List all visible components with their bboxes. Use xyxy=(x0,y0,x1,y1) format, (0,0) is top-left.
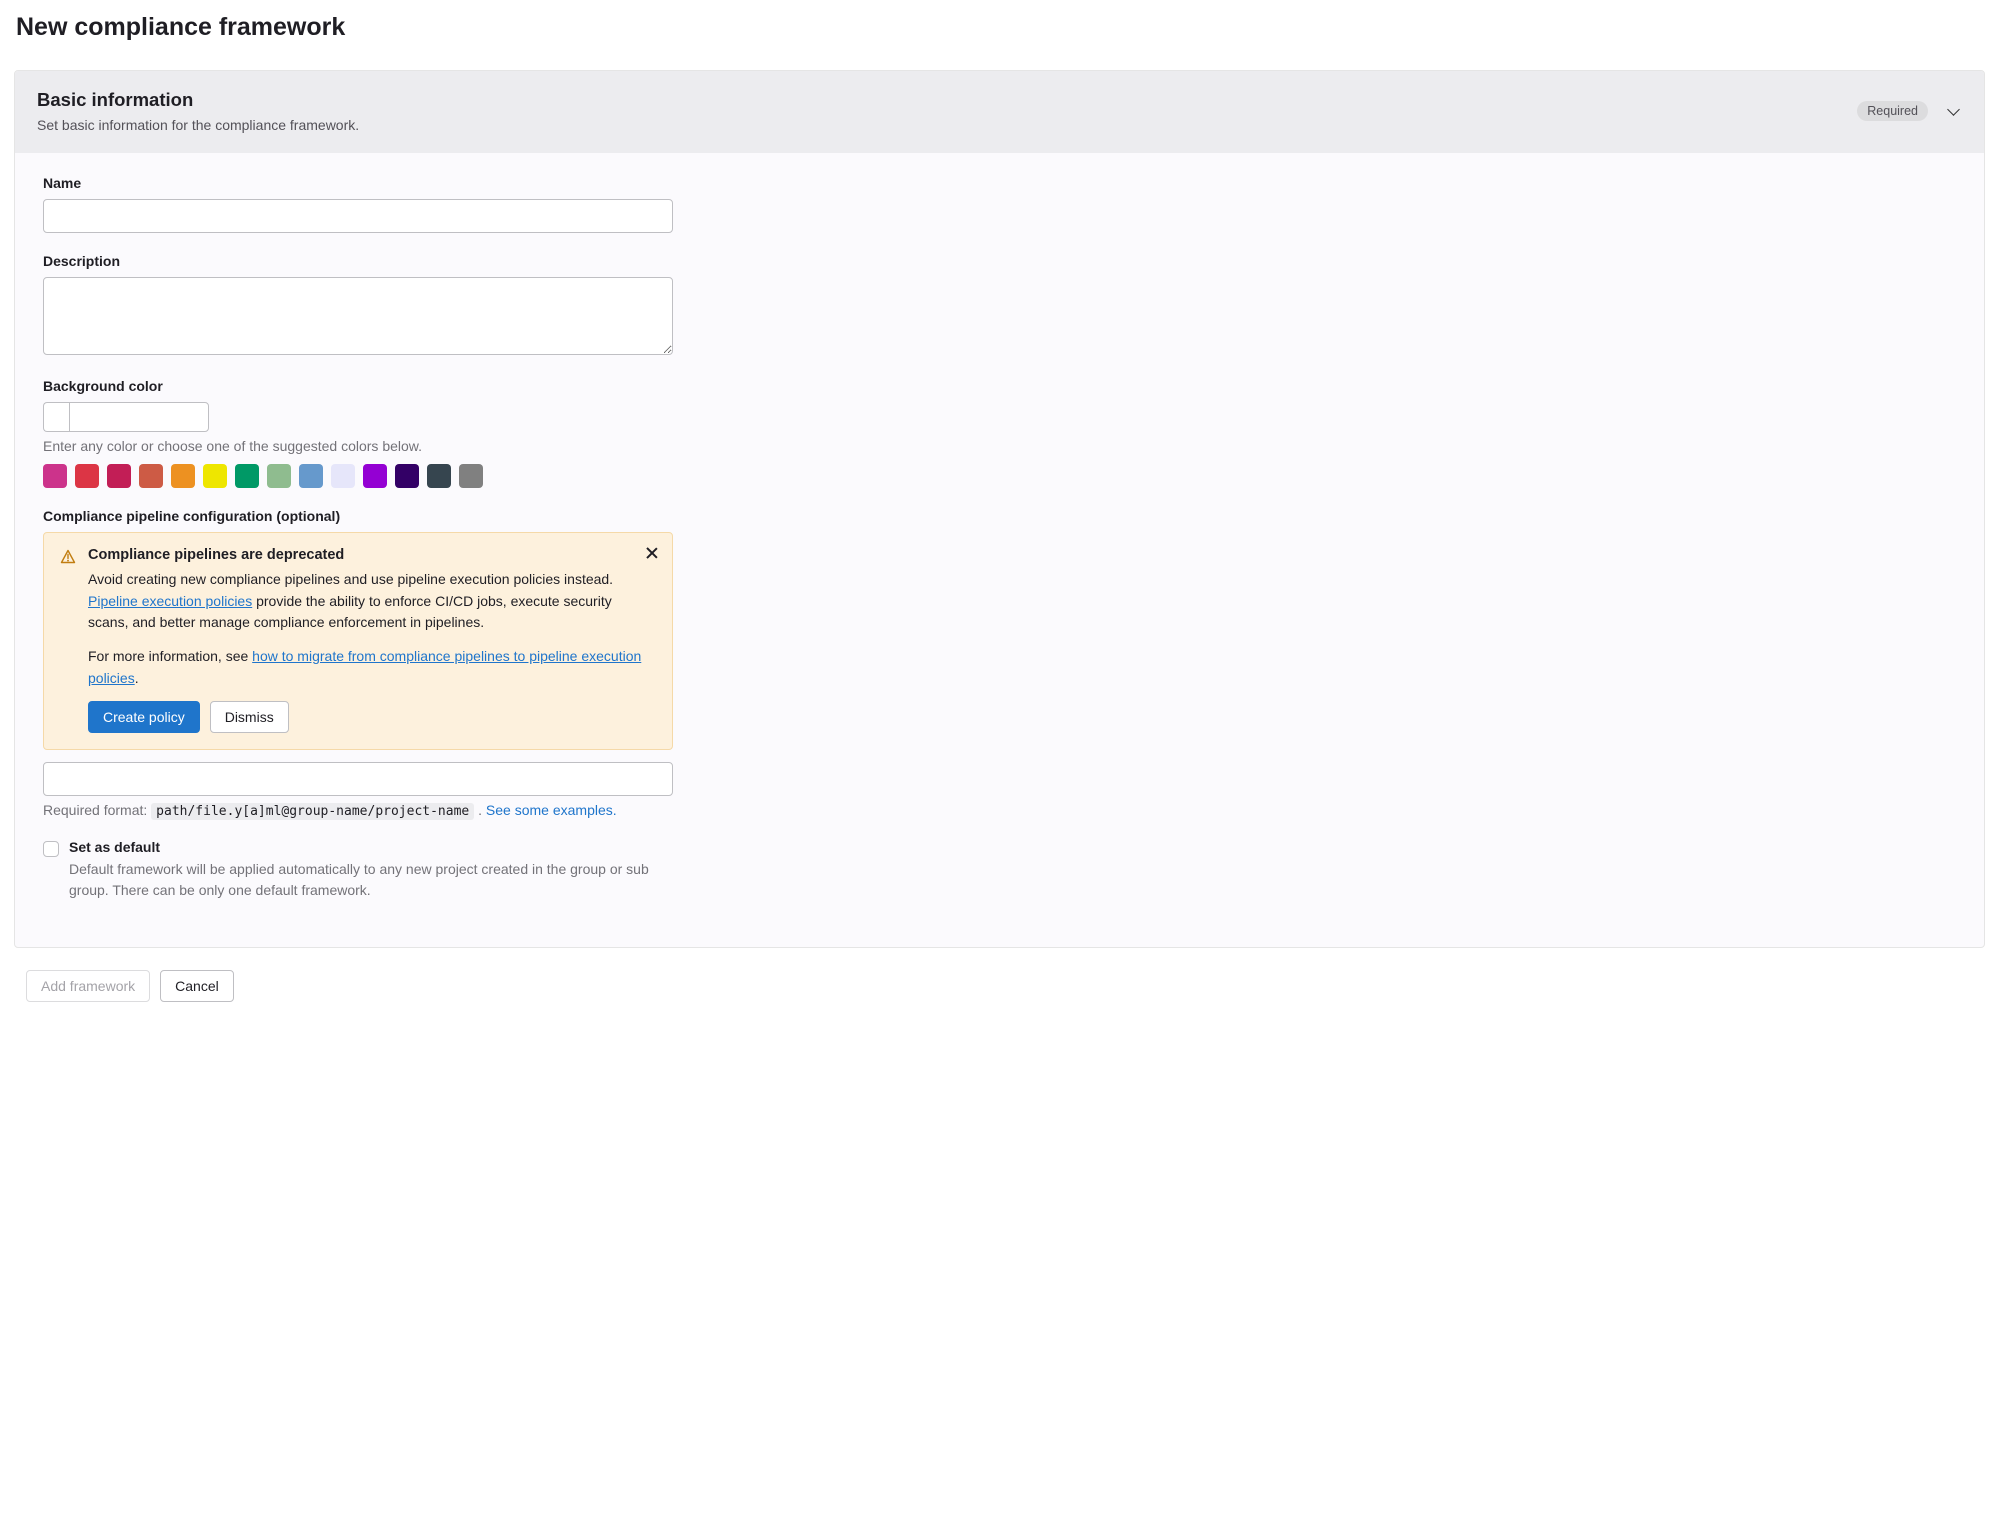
color-swatch[interactable] xyxy=(459,464,483,488)
dismiss-button[interactable]: Dismiss xyxy=(210,701,289,733)
chevron-down-icon[interactable] xyxy=(1946,103,1962,119)
name-input[interactable] xyxy=(43,199,673,233)
panel-header[interactable]: Basic information Set basic information … xyxy=(15,71,1984,153)
color-swatch[interactable] xyxy=(171,464,195,488)
color-swatch[interactable] xyxy=(203,464,227,488)
color-preview[interactable] xyxy=(43,402,69,432)
color-swatch[interactable] xyxy=(395,464,419,488)
default-checkbox[interactable] xyxy=(43,841,59,857)
color-swatch[interactable] xyxy=(331,464,355,488)
color-swatch[interactable] xyxy=(75,464,99,488)
color-swatch[interactable] xyxy=(267,464,291,488)
color-swatch[interactable] xyxy=(363,464,387,488)
default-checkbox-desc: Default framework will be applied automa… xyxy=(69,859,689,901)
basic-info-panel: Basic information Set basic information … xyxy=(14,70,1985,948)
format-suffix: . xyxy=(474,802,486,818)
examples-link[interactable]: See some examples. xyxy=(486,802,617,818)
add-framework-button[interactable]: Add framework xyxy=(26,970,150,1002)
alert-text: For more information, see xyxy=(88,648,252,664)
required-badge: Required xyxy=(1857,101,1928,121)
default-checkbox-label: Set as default xyxy=(69,839,689,855)
name-label: Name xyxy=(43,175,1956,191)
warning-icon xyxy=(60,549,76,733)
format-code: path/file.y[a]ml@group-name/project-name xyxy=(151,803,474,820)
deprecation-alert: Compliance pipelines are deprecated Avoi… xyxy=(43,532,673,750)
alert-title: Compliance pipelines are deprecated xyxy=(88,547,656,563)
pipeline-policies-link[interactable]: Pipeline execution policies xyxy=(88,593,252,609)
color-swatch[interactable] xyxy=(139,464,163,488)
color-swatch[interactable] xyxy=(235,464,259,488)
format-prefix: Required format: xyxy=(43,802,151,818)
description-input[interactable] xyxy=(43,277,673,355)
swatch-row xyxy=(43,464,1956,488)
color-swatch[interactable] xyxy=(427,464,451,488)
description-label: Description xyxy=(43,253,1956,269)
close-icon[interactable] xyxy=(644,545,660,561)
color-swatch[interactable] xyxy=(299,464,323,488)
color-input[interactable] xyxy=(69,402,209,432)
color-swatch[interactable] xyxy=(43,464,67,488)
cancel-button[interactable]: Cancel xyxy=(160,970,234,1002)
color-swatch[interactable] xyxy=(107,464,131,488)
panel-body: Name Description Background color Enter … xyxy=(15,153,1984,947)
bgcolor-help: Enter any color or choose one of the sug… xyxy=(43,438,1956,454)
alert-text: . xyxy=(135,670,139,686)
pipeline-input[interactable] xyxy=(43,762,673,796)
pipeline-label: Compliance pipeline configuration (optio… xyxy=(43,508,1956,524)
bgcolor-label: Background color xyxy=(43,378,1956,394)
section-subtitle: Set basic information for the compliance… xyxy=(37,117,359,133)
alert-text: Avoid creating new compliance pipelines … xyxy=(88,571,613,587)
page-title: New compliance framework xyxy=(16,13,1985,42)
section-title: Basic information xyxy=(37,89,359,111)
create-policy-button[interactable]: Create policy xyxy=(88,701,200,733)
